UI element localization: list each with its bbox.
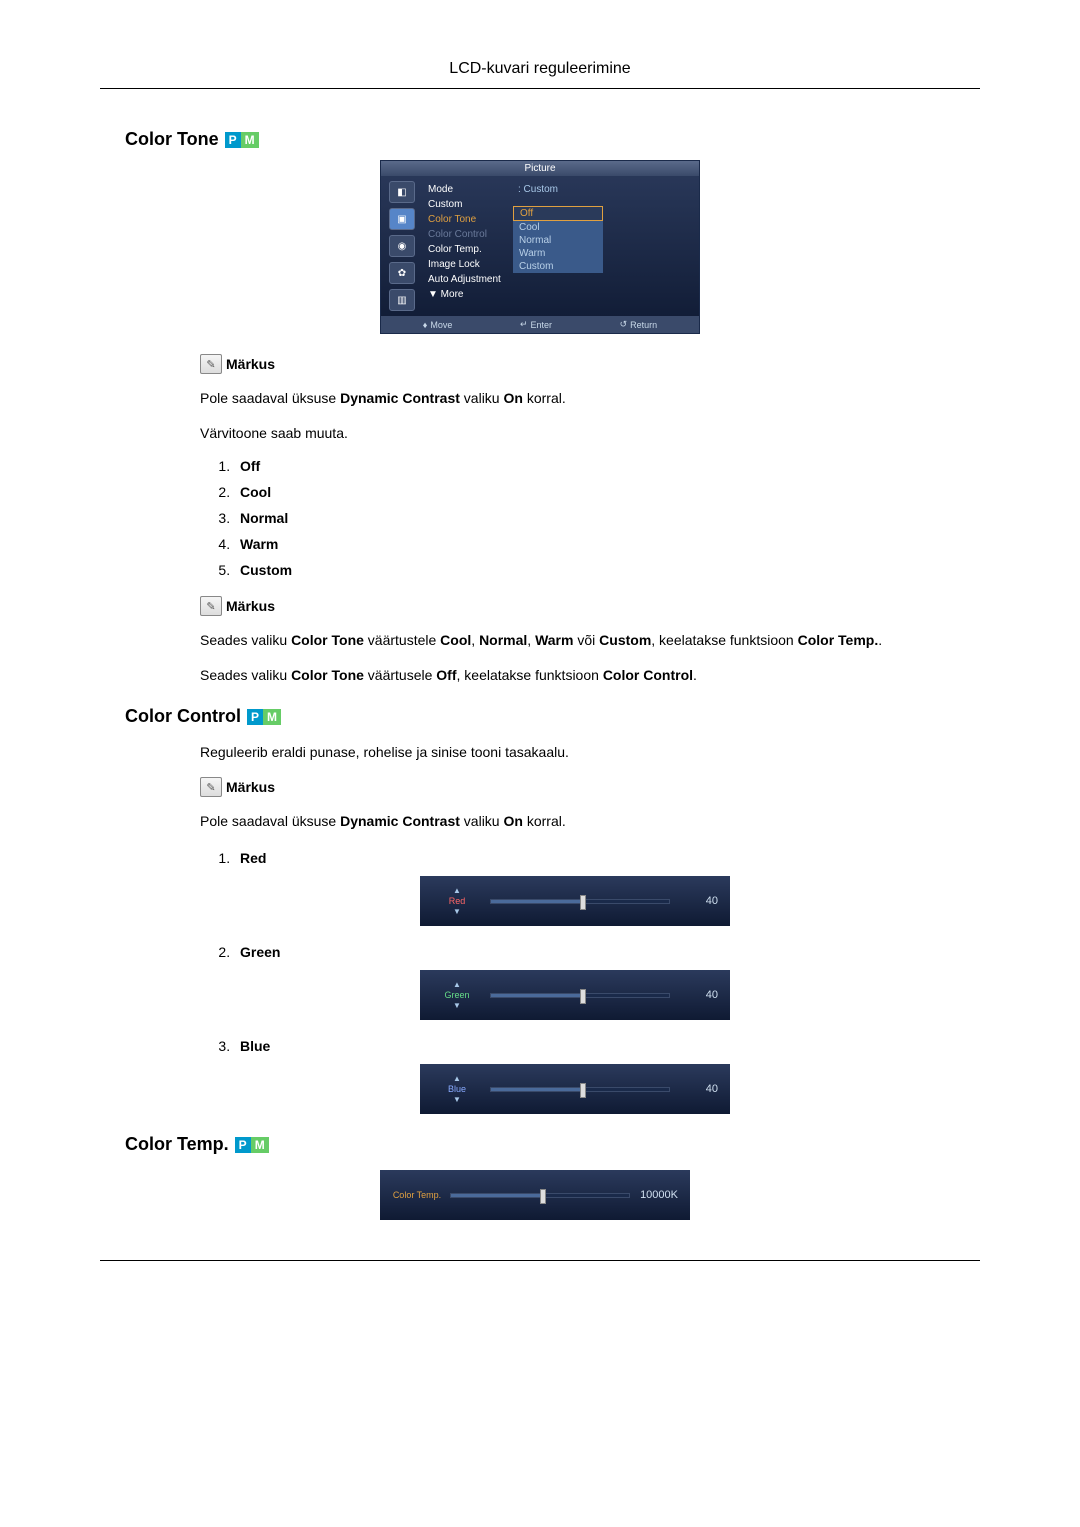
paragraph: Pole saadaval üksuse Dynamic Contrast va… (200, 388, 960, 409)
section-title-color-temp: Color Temp. PM (125, 1134, 980, 1155)
page-title: LCD-kuvari reguleerimine (100, 60, 980, 89)
list-item: Warm (234, 536, 960, 552)
list-item: Off (234, 458, 960, 474)
slider-green: ▲Green▼ 40 (420, 970, 730, 1020)
osd-screenshot: Picture ◧ ▣ ◉ ✿ ▥ Mode: Custom Custom Co… (100, 160, 980, 334)
note-icon: ✎ (200, 596, 222, 616)
paragraph: Värvitoone saab muuta. (200, 423, 960, 444)
down-arrow-icon: ▼ (453, 1001, 461, 1010)
osd-option: Normal (513, 234, 603, 247)
osd-icon-sound: ◉ (389, 235, 415, 257)
note-label: Märkus (226, 779, 275, 795)
note-label: Märkus (226, 598, 275, 614)
osd-option: Custom (513, 260, 603, 273)
note-row: ✎ Märkus (200, 354, 960, 374)
section-title-text: Color Temp. (125, 1134, 229, 1155)
list-item-red: Red ▲Red▼ 40 (234, 850, 960, 926)
up-arrow-icon: ▲ (453, 980, 461, 989)
pm-badge-icon: PM (235, 1137, 269, 1153)
options-list: Off Cool Normal Warm Custom (220, 458, 960, 578)
section-title-color-control: Color Control PM (125, 706, 980, 727)
note-label: Märkus (226, 356, 275, 372)
list-item: Custom (234, 562, 960, 578)
list-item: Cool (234, 484, 960, 500)
osd-panel: Picture ◧ ▣ ◉ ✿ ▥ Mode: Custom Custom Co… (380, 160, 700, 334)
note-icon: ✎ (200, 354, 222, 374)
osd-sidebar: ◧ ▣ ◉ ✿ ▥ (381, 176, 423, 316)
color-control-list: Red ▲Red▼ 40 Green ▲Green▼ 40 Blue ▲Blu (220, 850, 960, 1114)
paragraph: Seades valiku Color Tone väärtustele Coo… (200, 630, 960, 651)
pm-badge-icon: PM (247, 709, 281, 725)
footer-line (100, 1260, 980, 1261)
up-arrow-icon: ▲ (453, 886, 461, 895)
list-item-blue: Blue ▲Blue▼ 40 (234, 1038, 960, 1114)
enter-icon: ↵ (520, 319, 528, 330)
slider-red: ▲Red▼ 40 (420, 876, 730, 926)
list-item: Normal (234, 510, 960, 526)
down-arrow-icon: ▼ (453, 1095, 461, 1104)
osd-footer: ♦Move ↵Enter ↺Return (381, 316, 699, 333)
osd-icon-picture: ▣ (389, 208, 415, 230)
osd-option: Off (513, 206, 603, 221)
note-row: ✎ Märkus (200, 596, 960, 616)
down-arrow-icon: ▼ (453, 907, 461, 916)
slider-color-temp: Color Temp. 10000K (380, 1170, 690, 1220)
paragraph: Pole saadaval üksuse Dynamic Contrast va… (200, 811, 960, 832)
osd-option: Cool (513, 221, 603, 234)
up-arrow-icon: ▲ (453, 1074, 461, 1083)
paragraph: Reguleerib eraldi punase, rohelise ja si… (200, 742, 960, 763)
osd-icon-multi: ▥ (389, 289, 415, 311)
osd-popup: Off Cool Normal Warm Custom (513, 206, 603, 273)
osd-title: Picture (381, 161, 699, 176)
osd-icon-input: ◧ (389, 181, 415, 203)
slider-blue: ▲Blue▼ 40 (420, 1064, 730, 1114)
osd-icon-setup: ✿ (389, 262, 415, 284)
page: LCD-kuvari reguleerimine Color Tone PM P… (0, 0, 1080, 1321)
osd-option: Warm (513, 247, 603, 260)
section-title-text: Color Control (125, 706, 241, 727)
section-title-color-tone: Color Tone PM (125, 129, 980, 150)
move-icon: ♦ (423, 320, 428, 330)
note-row: ✎ Märkus (200, 777, 960, 797)
paragraph: Seades valiku Color Tone väärtusele Off,… (200, 665, 960, 686)
section-title-text: Color Tone (125, 129, 219, 150)
pm-badge-icon: PM (225, 132, 259, 148)
note-icon: ✎ (200, 777, 222, 797)
list-item-green: Green ▲Green▼ 40 (234, 944, 960, 1020)
osd-menu: Mode: Custom Custom Color Tone Color Con… (423, 176, 699, 316)
return-icon: ↺ (620, 319, 628, 330)
